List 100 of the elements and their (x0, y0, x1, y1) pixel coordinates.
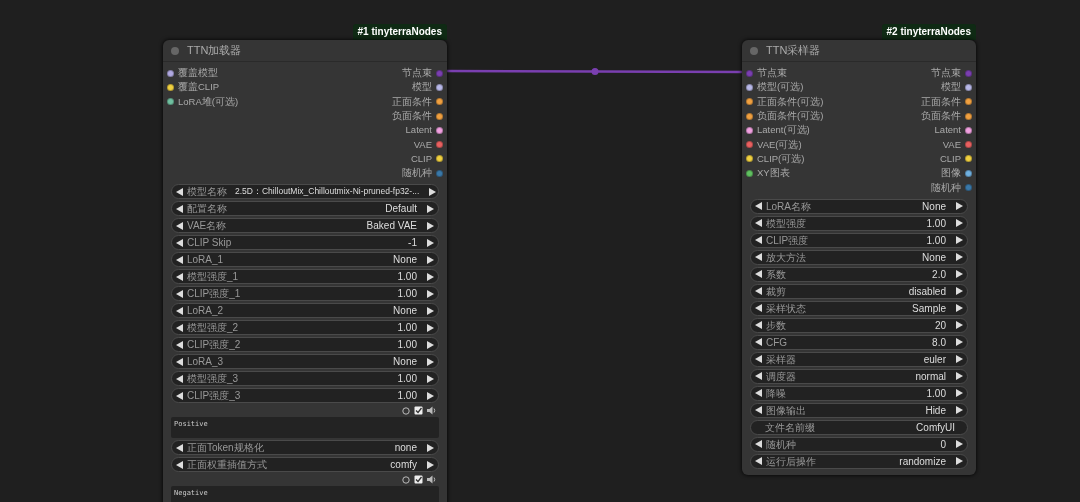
widget-label: CLIP强度 (766, 233, 809, 247)
combo-widget[interactable]: 采样器 euler (750, 351, 968, 367)
input-socket-icon[interactable] (746, 112, 753, 120)
input-socket-icon[interactable] (746, 155, 753, 163)
speaker-icon[interactable] (427, 406, 437, 416)
input-label: 模型(可选) (757, 80, 804, 95)
output-socket-icon[interactable] (965, 141, 972, 149)
widget-label: LoRA名称 (766, 199, 811, 213)
combo-widget[interactable]: 模型强度_2 1.00 (171, 320, 439, 336)
output-socket-icon[interactable] (965, 98, 972, 106)
output-socket-icon[interactable] (436, 112, 443, 120)
output-socket-icon[interactable] (965, 126, 972, 134)
text-widget[interactable]: 文件名前缀 ComfyUI (750, 419, 968, 435)
input-label: Latent(可选) (757, 123, 810, 138)
input-socket-icon[interactable] (746, 98, 753, 106)
input-label: 负面条件(可选) (757, 109, 824, 124)
widget-value: disabled (908, 284, 946, 298)
combo-widget[interactable]: CLIP强度_2 1.00 (171, 337, 439, 353)
output-socket-icon[interactable] (965, 83, 972, 91)
combo-widget[interactable]: 模型名称 2.5D：ChilloutMix_Chilloutmix-Ni-pruned-fp32-... (171, 184, 439, 200)
input-socket-icon[interactable] (167, 69, 174, 77)
widget-value: 20 (934, 318, 946, 332)
collapse-dot-icon[interactable] (171, 46, 179, 55)
widget-value: Default (385, 202, 417, 216)
combo-widget[interactable]: LoRA_1 None (171, 252, 439, 268)
combo-widget[interactable]: 放大方法 None (750, 249, 968, 265)
output-socket-icon[interactable] (436, 155, 443, 163)
widget-value: 1.00 (926, 216, 946, 230)
widget-label: 模型强度_1 (187, 270, 239, 284)
output-socket-icon[interactable] (436, 126, 443, 134)
widget-label: 步数 (766, 318, 786, 332)
output-label: 模型 (412, 80, 432, 95)
output-socket-icon[interactable] (436, 98, 443, 106)
input-label: 覆盖模型 (178, 66, 218, 81)
combo-widget[interactable]: 采样状态 Sample (750, 300, 968, 316)
speaker-icon[interactable] (427, 475, 437, 485)
combo-widget[interactable]: 模型强度 1.00 (750, 215, 968, 231)
combo-widget[interactable]: 步数 20 (750, 317, 968, 333)
widget-label: CLIP强度_1 (187, 287, 241, 301)
checkbox[interactable] (414, 406, 423, 416)
combo-widget[interactable]: 配置名称 Default (171, 201, 439, 217)
combo-widget[interactable]: LoRA_3 None (171, 354, 439, 370)
combo-widget[interactable]: 降噪 1.00 (750, 385, 968, 401)
output-socket-icon[interactable] (436, 83, 443, 91)
combo-widget[interactable]: VAE名称 Baked VAE (171, 218, 439, 234)
collapse-dot-icon[interactable] (750, 46, 758, 55)
output-socket-icon[interactable] (436, 141, 443, 149)
combo-widget[interactable]: CLIP强度_3 1.00 (171, 388, 439, 404)
combo-widget[interactable]: LoRA_2 None (171, 303, 439, 319)
combo-widget[interactable]: CLIP强度 1.00 (750, 232, 968, 248)
input-socket-icon[interactable] (167, 98, 174, 106)
combo-widget[interactable]: CLIP强度_1 1.00 (171, 286, 439, 302)
combo-widget[interactable]: CFG 8.0 (750, 334, 968, 350)
combo-widget[interactable]: 系数 2.0 (750, 266, 968, 282)
combo-widget[interactable]: 正面权重插值方式 comfy (171, 457, 439, 473)
widget-value: None (393, 304, 417, 318)
widget-value: 8.0 (932, 335, 946, 349)
input-socket-icon[interactable] (746, 83, 753, 91)
output-label: Latent (934, 123, 961, 138)
input-socket-icon[interactable] (746, 69, 753, 77)
combo-widget[interactable]: 运行后操作 randomize (750, 453, 968, 469)
combo-widget[interactable]: 正面Token规格化 none (171, 440, 439, 456)
node-title: TTN加载器 (187, 43, 242, 59)
widget-value: 1.00 (397, 270, 417, 284)
widget-value: 1.00 (926, 233, 946, 247)
widget-value: Sample (912, 301, 946, 315)
combo-widget[interactable]: 图像输出 Hide (750, 402, 968, 418)
output-socket-icon[interactable] (965, 169, 972, 177)
radio-icon[interactable] (402, 406, 410, 415)
widget-value: randomize (899, 454, 946, 468)
output-socket-icon[interactable] (965, 112, 972, 120)
widget-label: VAE名称 (187, 219, 227, 233)
widget-value: Baked VAE (366, 219, 417, 233)
node-title: TTN采样器 (766, 43, 821, 59)
radio-icon[interactable] (402, 475, 410, 484)
combo-widget[interactable]: 调度器 normal (750, 368, 968, 384)
combo-widget[interactable]: 模型强度_1 1.00 (171, 269, 439, 285)
combo-widget[interactable]: 随机种 0 (750, 436, 968, 452)
checkbox[interactable] (414, 475, 423, 485)
input-label: 节点束 (757, 66, 787, 81)
output-label: 图像 (941, 166, 961, 181)
input-socket-icon[interactable] (746, 126, 753, 134)
input-socket-icon[interactable] (167, 83, 174, 91)
widget-value: 1.00 (397, 287, 417, 301)
combo-widget[interactable]: LoRA名称 None (750, 198, 968, 214)
widget-value: normal (915, 369, 946, 383)
node-badge: #2 tinyterraNodes (881, 24, 976, 40)
combo-widget[interactable]: CLIP Skip -1 (171, 235, 439, 251)
widget-label: 模型强度_3 (187, 372, 239, 386)
output-label: 随机种 (931, 180, 961, 195)
widget-label: 配置名称 (187, 202, 227, 216)
widget-label: 模型强度_2 (187, 321, 239, 335)
input-socket-icon[interactable] (746, 169, 753, 177)
combo-widget[interactable]: 模型强度_3 1.00 (171, 371, 439, 387)
widget-value: None (922, 199, 946, 213)
input-socket-icon[interactable] (746, 141, 753, 149)
widget-label: CLIP强度_3 (187, 389, 241, 403)
widget-label: 正面权重插值方式 (187, 458, 267, 472)
output-socket-icon[interactable] (965, 155, 972, 163)
combo-widget[interactable]: 裁剪 disabled (750, 283, 968, 299)
